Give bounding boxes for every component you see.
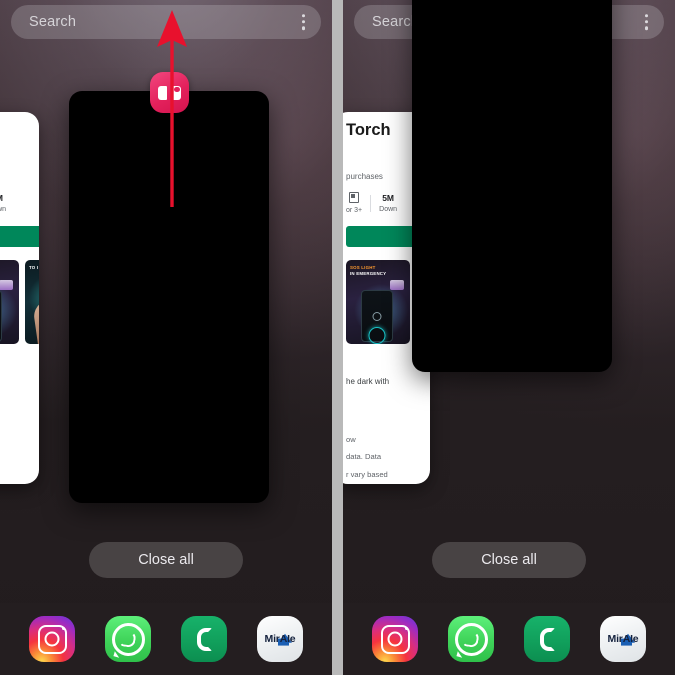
miraie-icon[interactable]: MirAIe (257, 616, 303, 662)
home-dock: MirAIe (343, 603, 675, 675)
playstore-description-line-4: r vary based (346, 469, 388, 479)
playstore-section-arrow-row-1[interactable]: → (0, 356, 39, 370)
kebab-menu-icon[interactable] (301, 14, 305, 30)
whatsapp-icon[interactable] (105, 616, 151, 662)
playstore-rating-stat: or 3+ (346, 192, 362, 216)
miraie-icon[interactable]: MirAIe (600, 616, 646, 662)
screenshot-root: Torch purchases or 3+ 5M Down (0, 0, 675, 675)
screenshot-1-phone (0, 289, 2, 342)
screenshot-1-flash (0, 279, 13, 290)
screenshot-1-inner-ring (372, 311, 382, 321)
content-rating-icon (349, 192, 360, 203)
kebab-menu-icon[interactable] (644, 14, 648, 30)
close-all-label: Close all (481, 552, 537, 568)
playstore-app-title: Torch (0, 121, 39, 140)
screenshot-2-hand (32, 297, 39, 344)
active-app-card[interactable] (69, 91, 269, 503)
home-dock: MirAIe (0, 603, 332, 675)
playstore-screenshot-1[interactable]: SOS LIGHT IN EMERGENCY (0, 259, 19, 344)
whatsapp-icon[interactable] (448, 616, 494, 662)
playstore-stats-row: or 3+ 5M Down (0, 192, 39, 216)
screenshot-1-torch-ring (368, 326, 386, 344)
recents-screen-before: Torch purchases or 3+ 5M Down (0, 0, 332, 675)
screenshot-2-caption: TO I (29, 264, 39, 270)
close-all-button[interactable]: Close all (432, 542, 586, 578)
playstore-purchases-note: purchases (0, 172, 39, 181)
screenshot-1-flash (390, 279, 404, 290)
recents-search-bar[interactable]: Search (11, 5, 321, 39)
playstore-description-line-2: ow (346, 434, 356, 444)
playstore-downloads-value: 5M (0, 193, 6, 204)
playstore-description-line-3: data. Data (346, 452, 382, 462)
playstore-rating-label: or 3+ (346, 207, 363, 215)
playstore-downloads-stat: 5M Down (379, 193, 397, 214)
miraie-label: MirAIe (264, 633, 296, 645)
playstore-install-button[interactable] (0, 225, 39, 247)
instagram-icon[interactable] (29, 616, 75, 662)
playstore-description-line-4: r vary based (0, 469, 39, 480)
app-icon-glyph (158, 85, 181, 100)
playstore-description-line-2: ow (0, 434, 39, 445)
app-icon-pink[interactable] (150, 72, 189, 113)
active-app-card[interactable] (412, 0, 612, 372)
playstore-section-arrow-row-2[interactable]: → (0, 414, 39, 428)
close-all-button[interactable]: Close all (89, 542, 243, 578)
screenshot-1-phone (361, 289, 393, 344)
playstore-section-arrow-row-2[interactable]: → (346, 414, 430, 428)
playstore-description-line-1: he dark with (346, 376, 390, 386)
playstore-downloads-label: Down (0, 205, 7, 213)
stats-divider (370, 195, 372, 213)
playstore-screenshot-1[interactable]: SOS LIGHT IN EMERGENCY (346, 259, 410, 344)
phone-icon[interactable] (181, 616, 227, 662)
phone-icon[interactable] (524, 616, 570, 662)
close-all-label: Close all (138, 552, 194, 568)
recents-screen-after: Torch purchases or 3+ 5M Down SOS LIGHT … (343, 0, 675, 675)
instagram-icon[interactable] (372, 616, 418, 662)
search-placeholder: Search (29, 14, 77, 30)
screenshot-1-caption: SOS LIGHT IN EMERGENCY (350, 264, 387, 277)
miraie-label: MirAIe (607, 633, 639, 645)
playstore-downloads-label: Down (379, 205, 398, 213)
playstore-downloads-stat: 5M Down (0, 193, 6, 214)
playstore-screenshot-strip[interactable]: SOS LIGHT IN EMERGENCY TO I (0, 259, 39, 344)
playstore-downloads-value: 5M (382, 193, 395, 204)
adjacent-app-card-playstore[interactable]: Torch purchases or 3+ 5M Down (0, 112, 39, 484)
playstore-screenshot-2[interactable]: TO I (25, 259, 39, 344)
playstore-description-line-3: data. Data (0, 451, 39, 462)
playstore-description-line-1: he dark with (0, 376, 39, 388)
